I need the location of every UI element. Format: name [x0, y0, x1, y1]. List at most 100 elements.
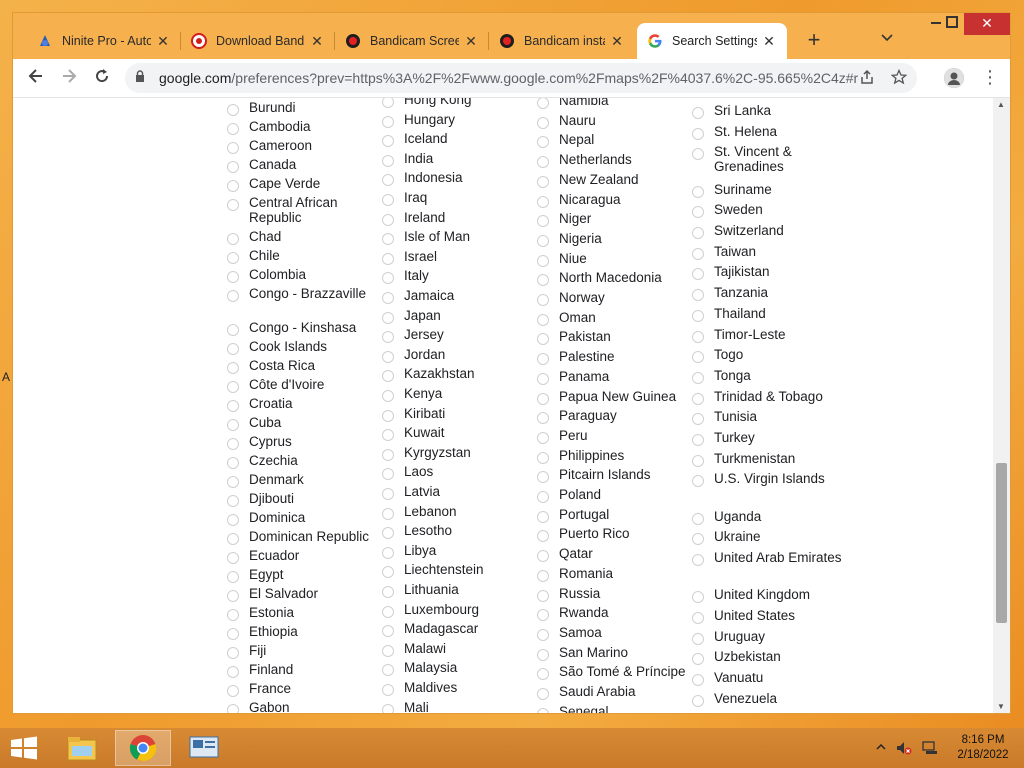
radio-button[interactable] [537, 215, 549, 228]
radio-button[interactable] [537, 274, 549, 287]
file-explorer-icon[interactable] [54, 730, 110, 766]
radio-button[interactable] [382, 98, 394, 108]
region-option[interactable]: Norway [537, 290, 689, 306]
region-option[interactable]: United States [692, 608, 844, 625]
region-option[interactable]: Tonga [692, 368, 844, 384]
region-option[interactable]: Gabon [227, 700, 379, 713]
region-option[interactable]: Russia [537, 586, 689, 602]
radio-button[interactable] [537, 491, 549, 503]
radio-button[interactable] [227, 609, 239, 622]
region-option[interactable]: Estonia [227, 605, 379, 622]
region-option[interactable]: Puerto Rico [537, 526, 689, 543]
radio-button[interactable] [537, 254, 549, 267]
radio-button[interactable] [692, 413, 704, 426]
region-option[interactable]: Turkmenistan [692, 451, 844, 467]
close-icon[interactable]: ✕ [761, 33, 777, 50]
radio-button[interactable] [382, 468, 394, 481]
region-option[interactable]: Maldives [382, 680, 534, 696]
reload-icon[interactable] [91, 67, 113, 89]
region-option[interactable]: Ethiopia [227, 624, 379, 641]
region-option[interactable]: Jersey [382, 327, 534, 344]
bookmark-star-icon[interactable] [890, 68, 908, 89]
region-option[interactable]: Libya [382, 543, 534, 559]
region-option[interactable]: Turkey [692, 430, 844, 447]
close-icon[interactable]: ✕ [609, 33, 625, 50]
region-option[interactable]: Portugal [537, 507, 689, 523]
region-option[interactable]: Kuwait [382, 425, 534, 442]
new-tab-button[interactable]: + [801, 28, 827, 54]
region-option[interactable]: Vanuatu [692, 670, 844, 687]
region-option[interactable]: Cyprus [227, 434, 379, 451]
radio-button[interactable] [692, 554, 704, 567]
chevron-down-icon[interactable] [879, 30, 895, 46]
taskbar-clock[interactable]: 8:16 PM 2/18/2022 [948, 733, 1018, 763]
region-option[interactable]: Congo - Brazzaville [227, 286, 379, 303]
region-option[interactable]: Philippines [537, 448, 689, 464]
region-option[interactable]: Liechtenstein [382, 562, 534, 579]
radio-button[interactable] [382, 566, 394, 579]
region-option[interactable]: Malawi [382, 641, 534, 657]
region-option[interactable]: Suriname [692, 182, 844, 198]
radio-button[interactable] [537, 707, 549, 713]
region-option[interactable]: North Macedonia [537, 270, 689, 287]
radio-button[interactable] [382, 429, 394, 442]
region-option[interactable]: Colombia [227, 267, 379, 284]
region-option[interactable]: Vietnam [692, 712, 844, 713]
region-option[interactable]: Samoa [537, 625, 689, 641]
scroll-up-arrow-icon[interactable]: ▲ [997, 100, 1005, 109]
region-option[interactable]: Saudi Arabia [537, 684, 689, 700]
region-option[interactable]: Jordan [382, 347, 534, 363]
radio-button[interactable] [692, 434, 704, 447]
radio-button[interactable] [692, 227, 704, 240]
radio-button[interactable] [227, 252, 239, 265]
region-option[interactable]: Switzerland [692, 223, 844, 240]
radio-button[interactable] [382, 194, 394, 206]
region-option[interactable]: Dominica [227, 510, 379, 527]
radio-button[interactable] [537, 294, 549, 306]
tab-ninite[interactable]: Ninite Pro - Autom ✕ [27, 23, 181, 59]
radio-button[interactable] [537, 116, 549, 129]
radio-button[interactable] [692, 330, 704, 343]
radio-button[interactable] [227, 233, 239, 246]
radio-button[interactable] [382, 448, 394, 461]
lock-icon[interactable] [135, 70, 149, 86]
region-option[interactable]: Niger [537, 211, 689, 228]
region-option[interactable]: Congo - Kinshasa [227, 320, 379, 337]
radio-button[interactable] [537, 628, 549, 641]
radio-button[interactable] [382, 213, 394, 226]
region-option[interactable]: Czechia [227, 453, 379, 470]
region-option[interactable]: Rwanda [537, 605, 689, 622]
region-option[interactable]: Cuba [227, 415, 379, 432]
region-option[interactable]: Ecuador [227, 548, 379, 565]
region-option[interactable]: Central African Republic [227, 195, 379, 225]
region-option[interactable]: Panama [537, 369, 689, 385]
radio-button[interactable] [382, 370, 394, 383]
radio-button[interactable] [227, 271, 239, 284]
radio-button[interactable] [537, 333, 549, 346]
region-option[interactable]: Pitcairn Islands [537, 467, 689, 484]
region-option[interactable]: Cameroon [227, 138, 379, 154]
region-option[interactable]: Uruguay [692, 629, 844, 645]
radio-button[interactable] [227, 104, 239, 116]
region-option[interactable]: El Salvador [227, 586, 379, 603]
radio-button[interactable] [537, 392, 549, 405]
radio-button[interactable] [382, 252, 394, 265]
radio-button[interactable] [692, 309, 704, 322]
region-option[interactable]: Tanzania [692, 285, 844, 302]
radio-button[interactable] [382, 115, 394, 128]
region-option[interactable]: Venezuela [692, 691, 844, 707]
radio-button[interactable] [537, 471, 549, 484]
radio-button[interactable] [227, 419, 239, 432]
radio-button[interactable] [537, 510, 549, 523]
region-option[interactable]: Dominican Republic [227, 529, 379, 546]
radio-button[interactable] [382, 409, 394, 422]
region-option[interactable]: Djibouti [227, 491, 379, 508]
radio-button[interactable] [692, 148, 704, 161]
region-option[interactable]: Cape Verde [227, 176, 379, 192]
radio-button[interactable] [692, 392, 704, 405]
radio-button[interactable] [227, 123, 239, 135]
region-option[interactable]: Uganda [692, 509, 844, 525]
radio-button[interactable] [537, 609, 549, 622]
region-option[interactable]: Thailand [692, 306, 844, 322]
radio-button[interactable] [227, 647, 239, 660]
